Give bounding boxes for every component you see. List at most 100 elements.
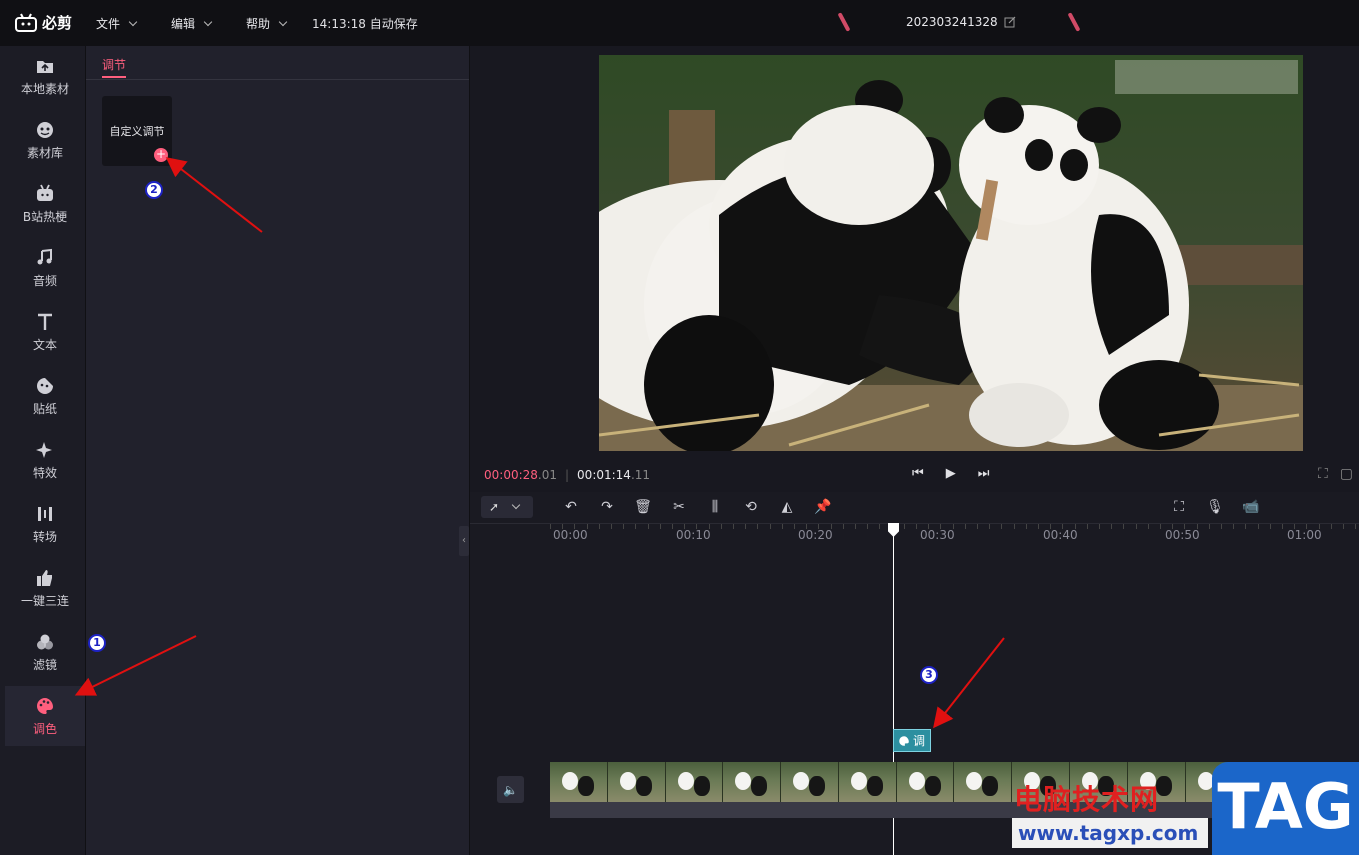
- crop-icon[interactable]: ⛶: [1318, 466, 1328, 482]
- ruler-tick: [1294, 524, 1296, 529]
- tab-adjust[interactable]: 调节: [102, 56, 126, 73]
- ruler-tick: [1184, 524, 1186, 529]
- track-mute-button[interactable]: 🔈: [497, 776, 524, 803]
- timeline-toolbar: ➚ ↶ ↷ 🗑 ✂ ⫼ ⟲ ◭ 📌 ⛶ 🎙 📹: [470, 492, 1359, 524]
- preview-area: 00:00:28.01 | 00:01:14.11 ⏮ ▶ ⏭ ⛶ ▢: [470, 46, 1359, 492]
- watermark-site-name: 电脑技术网: [1014, 783, 1160, 816]
- ruler-tick: [1111, 524, 1113, 529]
- camera-record-icon[interactable]: 📹: [1242, 499, 1260, 515]
- ruler-tick: [1147, 524, 1149, 529]
- clip-thumbnail: [896, 762, 955, 802]
- panel-tab-bar: 调节: [86, 46, 469, 80]
- skip-previous-icon[interactable]: ⏮: [912, 466, 924, 481]
- current-time: 00:00:28.01: [484, 468, 557, 482]
- menu-edit-label: 编辑: [171, 17, 196, 31]
- app-name: 必剪: [42, 14, 73, 32]
- ruler-tick: [1074, 524, 1076, 529]
- ruler-tick: [696, 524, 698, 529]
- collapse-panel-handle[interactable]: ‹: [459, 526, 469, 556]
- ruler-label: 00:40: [1043, 528, 1078, 542]
- text-t-icon: [38, 313, 52, 330]
- sidebar-item-triple-combo[interactable]: 一键三连: [5, 558, 85, 618]
- bilibili-tv-icon: [37, 184, 53, 201]
- edit-icon[interactable]: [1004, 16, 1016, 28]
- clip-thumbnail: [838, 762, 897, 802]
- video-preview: [599, 55, 1303, 451]
- timecode-display: 00:00:28.01 | 00:01:14.11: [484, 468, 650, 482]
- split-icon[interactable]: ⫼: [706, 499, 724, 515]
- cut-icon[interactable]: ✂: [670, 499, 688, 515]
- ruler-tick: [1172, 524, 1174, 529]
- ruler-tick: [708, 524, 710, 529]
- menu-edit[interactable]: 编辑: [171, 15, 213, 32]
- ruler-tick: [672, 524, 673, 529]
- redo-icon[interactable]: ↷: [598, 499, 616, 515]
- reverse-icon[interactable]: ⟲: [742, 499, 760, 515]
- sidebar-item-local-media[interactable]: 本地素材: [5, 46, 85, 106]
- add-custom-adjust-button[interactable]: +: [154, 148, 168, 162]
- ruler-tick: [1282, 524, 1283, 529]
- clip-thumbnail: [954, 762, 1013, 802]
- delete-icon[interactable]: 🗑: [634, 499, 652, 515]
- ruler-tick: [806, 524, 808, 529]
- ruler-tick: [550, 524, 551, 529]
- watermark-tag-logo: TAG: [1212, 762, 1359, 855]
- sidebar-item-stickers[interactable]: 贴纸: [5, 366, 85, 426]
- palette-icon: [37, 697, 53, 714]
- timeline-ruler[interactable]: 00:00 00:10 00:20 00:30 00:40 00:50 01:0…: [550, 524, 1359, 546]
- sidebar-item-filters[interactable]: 滤镜: [5, 622, 85, 682]
- sidebar-item-color-grading[interactable]: 调色: [5, 686, 85, 746]
- sidebar-item-label: 调色: [32, 721, 57, 736]
- menu-help-label: 帮助: [246, 17, 271, 31]
- ruler-tick: [1050, 524, 1052, 529]
- sidebar-item-label: 贴纸: [32, 401, 57, 416]
- sidebar-item-material-library[interactable]: 素材库: [5, 110, 85, 170]
- adjust-clip-label: 调: [913, 734, 926, 748]
- undo-icon[interactable]: ↶: [562, 499, 580, 515]
- ruler-tick: [781, 524, 783, 529]
- adjust-track-clip[interactable]: 调: [893, 729, 931, 752]
- ruler-tick: [769, 524, 771, 529]
- ruler-tick: [1306, 524, 1308, 529]
- ruler-tick: [794, 524, 795, 529]
- ruler-tick: [647, 524, 649, 529]
- autosave-status: 14:13:18 自动保存: [312, 17, 418, 31]
- auto-caption-icon[interactable]: ⛶: [1170, 499, 1188, 515]
- microphone-icon[interactable]: 🎙: [1206, 499, 1224, 515]
- pin-icon[interactable]: 📌: [814, 499, 832, 515]
- ruler-tick: [1001, 524, 1003, 529]
- ruler-tick: [989, 524, 991, 529]
- fullscreen-icon[interactable]: ▢: [1340, 466, 1353, 482]
- skip-next-icon[interactable]: ⏭: [978, 466, 990, 481]
- mirror-icon[interactable]: ◭: [778, 499, 796, 515]
- sidebar-item-label: B站热梗: [22, 209, 68, 224]
- sticker-icon: [37, 377, 53, 394]
- watermark-url: www.tagxp.com: [1012, 818, 1208, 848]
- transport-controls: ⏮ ▶ ⏭: [912, 466, 989, 481]
- ruler-tick: [1062, 524, 1064, 529]
- sidebar-item-audio[interactable]: 音频: [5, 238, 85, 298]
- ruler-tick: [1135, 524, 1137, 529]
- select-tool-dropdown[interactable]: ➚: [481, 496, 533, 518]
- ruler-tick: [1013, 524, 1015, 529]
- sidebar-item-effects[interactable]: 特效: [5, 430, 85, 490]
- ruler-tick: [598, 524, 600, 529]
- ruler-tick: [1099, 524, 1100, 529]
- clip-thumbnail: [723, 762, 782, 802]
- sidebar-item-transitions[interactable]: 转场: [5, 494, 85, 554]
- custom-adjust-card[interactable]: 自定义调节 +: [102, 96, 172, 166]
- sidebar-item-label: 一键三连: [20, 593, 69, 608]
- tab-underline: [102, 76, 126, 78]
- menu-file[interactable]: 文件: [96, 15, 138, 32]
- ruler-tick: [1233, 524, 1235, 529]
- project-title[interactable]: 202303241328: [906, 15, 1016, 29]
- ruler-tick: [562, 524, 564, 529]
- ruler-tick: [940, 524, 942, 529]
- preview-tools: ⛶ ▢: [1318, 466, 1353, 482]
- thumbs-up-icon: [37, 569, 52, 586]
- menu-help[interactable]: 帮助: [246, 15, 288, 32]
- play-icon[interactable]: ▶: [946, 466, 956, 481]
- sidebar-item-text[interactable]: 文本: [5, 302, 85, 362]
- sidebar-item-bilibili-memes[interactable]: B站热梗: [5, 174, 85, 234]
- ruler-tick: [586, 524, 588, 529]
